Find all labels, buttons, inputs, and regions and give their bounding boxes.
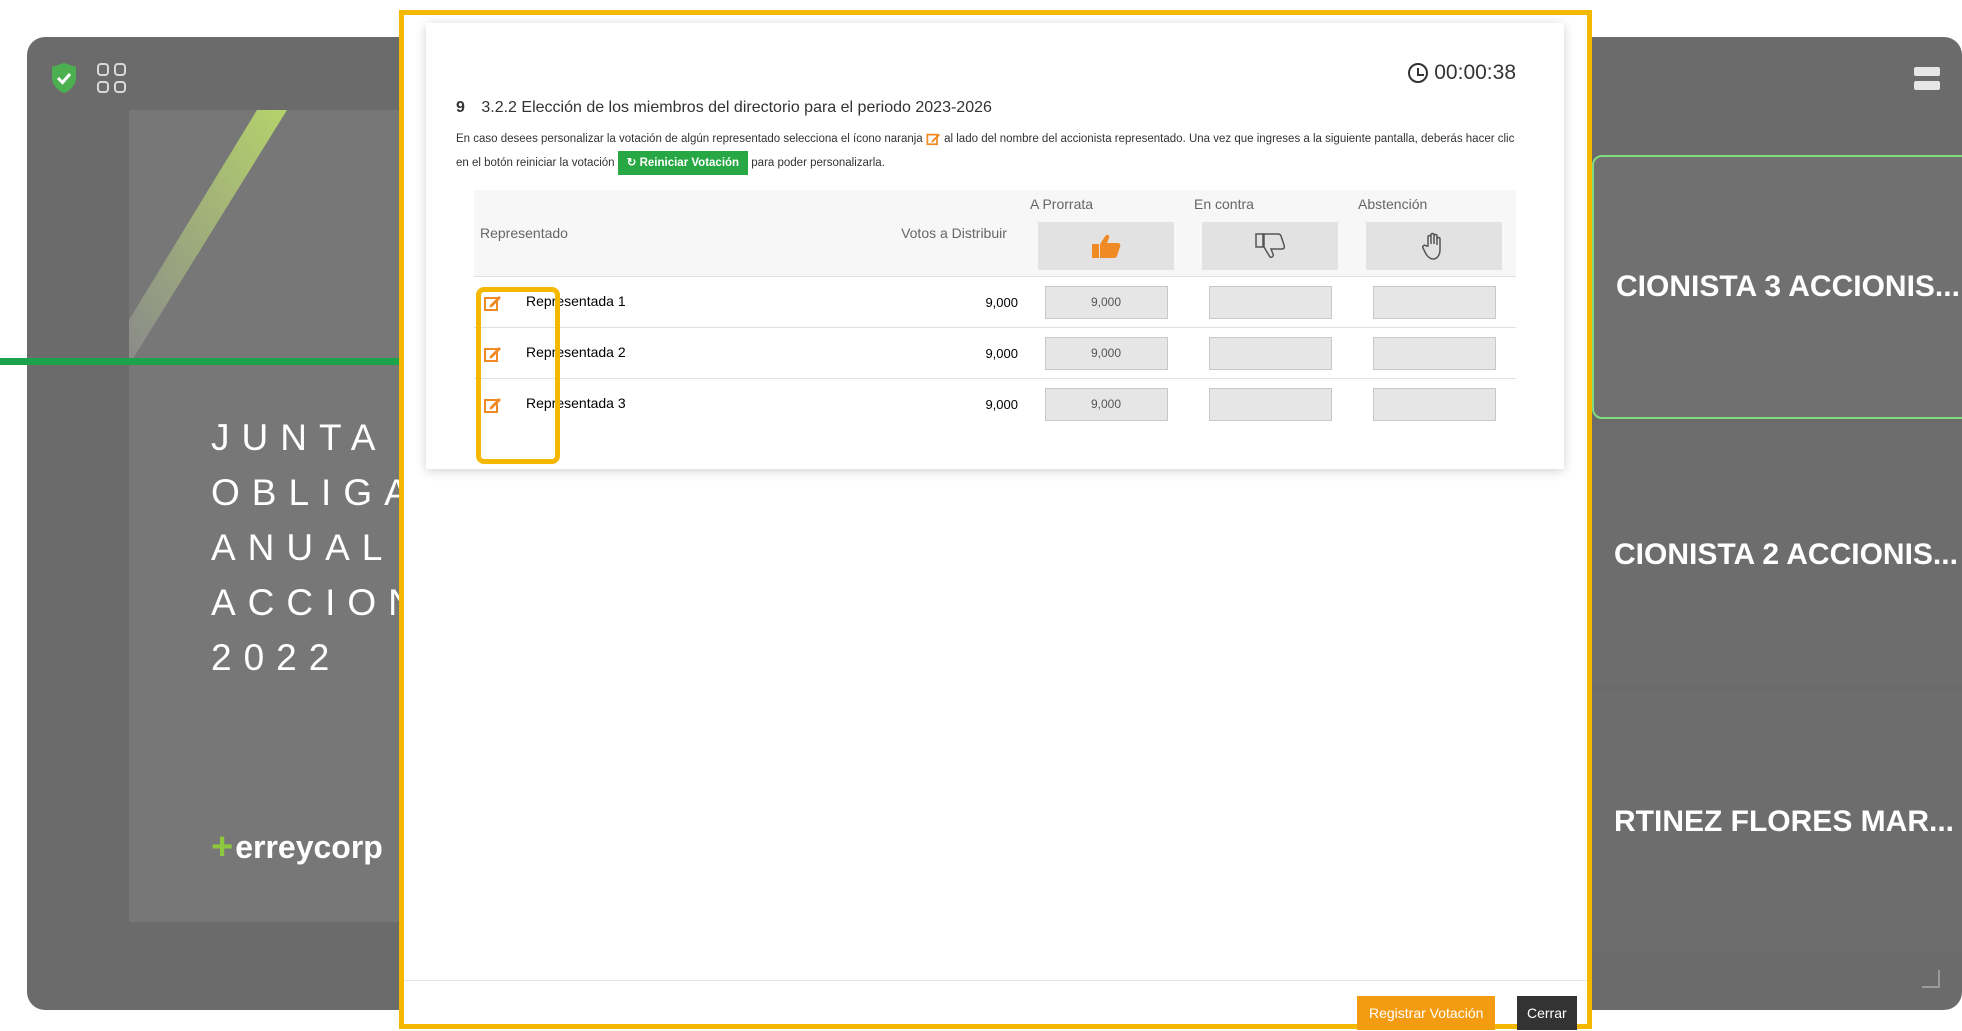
abstencion-input[interactable] (1372, 387, 1496, 421)
question-title: 9 3.2.2 Elección de los miembros del dir… (456, 99, 992, 117)
clock-icon (1408, 63, 1429, 83)
prorrata-cell: 9,000 (1024, 276, 1188, 328)
instruction-part-1: En caso desees personalizar la votación … (456, 133, 923, 145)
participant-tile[interactable]: RTINEZ FLORES MAR... (1592, 692, 1962, 952)
votos-value: 9,000 (884, 327, 1024, 379)
thumbs-down-icon (1255, 233, 1285, 258)
col-prorrata[interactable]: A Prorrata (1024, 190, 1188, 277)
table-header-row: Representado Votos a Distribuir A Prorra… (474, 190, 1516, 277)
prorrata-cell: 9,000 (1024, 378, 1188, 430)
reset-vote-label: Reiniciar Votación (639, 157, 740, 169)
thumbs-up-icon (1092, 234, 1121, 258)
prorrata-input[interactable]: 9,000 (1044, 336, 1168, 370)
abstencion-input[interactable] (1372, 336, 1496, 370)
logo-text: erreycorp (235, 829, 383, 865)
contra-input[interactable] (1208, 387, 1332, 421)
question-text: 3.2.2 Elección de los miembros del direc… (481, 99, 992, 116)
col-votos: Votos a Distribuir (901, 225, 1007, 241)
col-representado: Representado (480, 225, 568, 241)
instructions: En caso desees personalizar la votación … (456, 127, 1526, 175)
shield-check-icon (52, 63, 76, 93)
contra-input[interactable] (1208, 285, 1332, 319)
countdown-timer: 00:00:38 (1408, 61, 1516, 85)
table-row: Representada 3 9,000 9,000 (474, 378, 1516, 430)
decorative-stripe (129, 110, 287, 365)
col-abstencion-label: Abstención (1358, 196, 1428, 212)
instruction-part-3: para poder personalizarla. (751, 157, 885, 170)
timer-value: 00:00:38 (1434, 61, 1516, 84)
question-card: 00:00:38 9 3.2.2 Elección de los miembro… (426, 23, 1564, 469)
reset-vote-button[interactable]: ↻ Reiniciar Votación (617, 151, 749, 175)
abstencion-cell (1352, 327, 1516, 379)
modal-footer-divider (404, 980, 1587, 981)
resize-handle[interactable] (1922, 970, 1940, 988)
participant-tile[interactable]: CIONISTA 3 ACCIONIS... (1592, 155, 1962, 419)
votes-table: Representado Votos a Distribuir A Prorra… (474, 190, 1516, 430)
question-number: 9 (456, 99, 465, 116)
participant-tile[interactable]: CIONISTA 2 ACCIONIS... (1592, 425, 1962, 685)
top-left-toolbar (49, 61, 127, 95)
votos-value: 9,000 (884, 276, 1024, 328)
edit-icon (926, 133, 940, 146)
participant-name: CIONISTA 2 ACCIONIS... (1614, 538, 1958, 571)
register-vote-button[interactable]: Registrar Votación (1357, 996, 1496, 1030)
logo-plus-icon: + (211, 826, 234, 868)
contra-cell (1188, 276, 1352, 328)
voting-modal: 00:00:38 9 3.2.2 Elección de los miembro… (399, 10, 1592, 1030)
col-contra[interactable]: En contra (1188, 190, 1352, 277)
abstencion-cell (1352, 378, 1516, 430)
annotation-arrow (0, 346, 452, 378)
prorrata-input[interactable]: 9,000 (1044, 387, 1168, 421)
table-row: Representada 2 9,000 9,000 (474, 327, 1516, 379)
votos-value: 9,000 (884, 378, 1024, 430)
col-abstencion[interactable]: Abstención (1352, 190, 1516, 277)
participant-name: RTINEZ FLORES MAR... (1614, 805, 1954, 838)
abstencion-input[interactable] (1372, 285, 1496, 319)
col-contra-label: En contra (1194, 196, 1254, 212)
ferreycorp-logo: + erreycorp (211, 826, 383, 869)
abstencion-cell (1352, 276, 1516, 328)
close-button[interactable]: Cerrar (1517, 996, 1577, 1030)
contra-cell (1188, 378, 1352, 430)
contra-cell (1188, 327, 1352, 379)
col-prorrata-label: A Prorrata (1030, 196, 1094, 212)
prorrata-cell: 9,000 (1024, 327, 1188, 379)
menu-icon[interactable] (1914, 67, 1940, 93)
contra-input[interactable] (1208, 336, 1332, 370)
participant-name: CIONISTA 3 ACCIONIS... (1616, 270, 1960, 303)
table-row: Representada 1 9,000 9,000 (474, 276, 1516, 328)
hand-raised-icon (1422, 232, 1441, 260)
edit-icons-highlight (476, 287, 560, 464)
grid-view-icon[interactable] (97, 63, 127, 93)
prorrata-input[interactable]: 9,000 (1044, 285, 1168, 319)
